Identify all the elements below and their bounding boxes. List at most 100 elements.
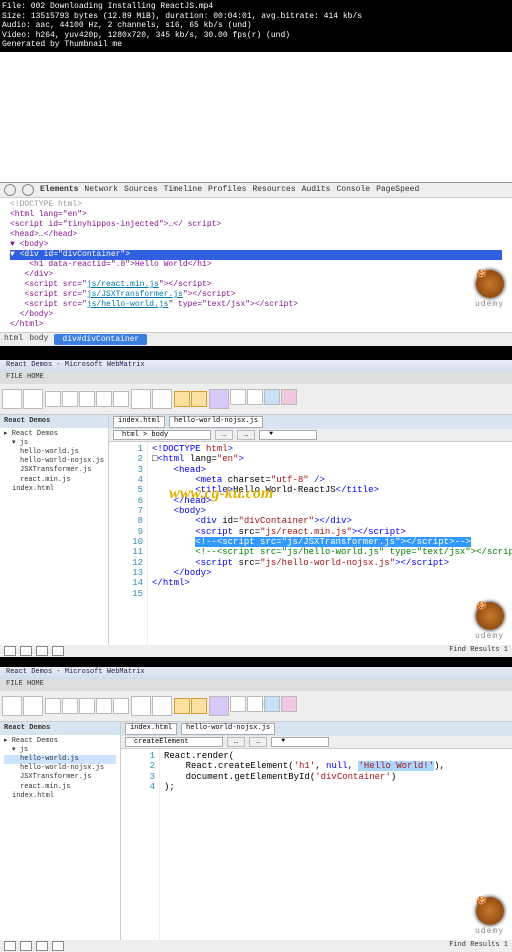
btn[interactable]: … [237, 430, 255, 440]
tree-file[interactable]: JSXTransformer.js [4, 466, 104, 475]
tree-file[interactable]: JSXTransformer.js [4, 773, 116, 782]
statusbar-icon[interactable] [36, 646, 48, 656]
ribbon-button[interactable] [230, 389, 246, 405]
tree-root[interactable]: ▸ React Demos [4, 430, 104, 439]
inspect-icon[interactable] [4, 184, 16, 196]
ribbon-button[interactable] [281, 389, 297, 405]
ribbon-button[interactable] [113, 698, 129, 714]
tab-file[interactable]: hello-world-nojsx.js [181, 723, 275, 735]
ribbon-button[interactable] [247, 389, 263, 405]
ribbon-button[interactable] [23, 389, 43, 409]
ribbon-button[interactable] [174, 698, 190, 714]
ribbon-button[interactable] [131, 389, 151, 409]
udemy-badge-icon: 🍪 [476, 602, 504, 630]
statusbar-icon[interactable] [36, 941, 48, 951]
ribbon-button[interactable] [264, 696, 280, 712]
tree-file[interactable]: hello-world.js [4, 448, 104, 457]
statusbar-icon[interactable] [4, 646, 16, 656]
menu-bar[interactable]: FILE HOME [0, 679, 512, 691]
statusbar-icon[interactable] [20, 646, 32, 656]
source[interactable]: React.render( React.createElement('h1', … [160, 749, 512, 940]
ribbon-button[interactable] [62, 391, 78, 407]
tree-file[interactable]: index.html [4, 792, 116, 801]
ribbon-button[interactable] [174, 391, 190, 407]
ribbon-button[interactable] [23, 696, 43, 716]
ribbon-button[interactable] [79, 391, 95, 407]
tree-file[interactable]: hello-world-nojsx.js [4, 764, 116, 773]
code-editor[interactable]: 1234 React.render( React.createElement('… [121, 749, 512, 940]
tree-file[interactable]: index.html [4, 485, 104, 494]
tab-timeline[interactable]: Timeline [164, 185, 202, 194]
dom-line: <!DOCTYPE html> [10, 200, 502, 210]
ribbon-button[interactable] [45, 391, 61, 407]
file-tree[interactable]: React Demos ▸ React Demos ▾ js hello-wor… [0, 722, 121, 940]
source[interactable]: <!DOCTYPE html> □<html lang="en"> <head>… [148, 442, 512, 645]
ribbon-button[interactable] [209, 696, 229, 716]
ribbon-button[interactable] [191, 698, 207, 714]
statusbar-icon[interactable] [4, 941, 16, 951]
crumb-body[interactable]: body [29, 334, 48, 345]
ribbon-button[interactable] [281, 696, 297, 712]
editor-toolstrip: html > body … … ⯆ [109, 429, 512, 442]
ribbon-button[interactable] [2, 389, 22, 409]
ribbon-button[interactable] [113, 391, 129, 407]
tab-network[interactable]: Network [84, 185, 118, 194]
btn[interactable]: … [227, 737, 245, 747]
statusbar-icon[interactable] [52, 646, 64, 656]
ribbon-button[interactable] [2, 696, 22, 716]
ribbon-button[interactable] [45, 698, 61, 714]
ribbon-button[interactable] [209, 389, 229, 409]
tree-file-selected[interactable]: hello-world.js [4, 755, 116, 764]
tree-file[interactable]: hello-world-nojsx.js [4, 457, 104, 466]
tab-pagespeed[interactable]: PageSpeed [376, 185, 419, 194]
dropdown[interactable]: ⯆ [271, 737, 329, 747]
device-icon[interactable] [22, 184, 34, 196]
tree-folder-js[interactable]: ▾ js [4, 746, 116, 755]
ribbon-button[interactable] [96, 391, 112, 407]
ribbon-button[interactable] [264, 389, 280, 405]
ribbon-button[interactable] [230, 696, 246, 712]
member-selector[interactable]: createElement [125, 737, 223, 747]
ribbon-button[interactable] [96, 698, 112, 714]
menu-bar[interactable]: FILE HOME [0, 372, 512, 384]
ribbon-button[interactable] [247, 696, 263, 712]
ribbon-button[interactable] [152, 696, 172, 716]
ribbon-button[interactable] [79, 698, 95, 714]
ribbon-button[interactable] [191, 391, 207, 407]
tree-folder-js[interactable]: ▾ js [4, 439, 104, 448]
tab-file[interactable]: index.html [125, 723, 177, 735]
dom-line: </div> [10, 270, 502, 280]
crumb-html[interactable]: html [4, 334, 23, 345]
udemy-label: udemy [475, 927, 504, 936]
code-editor[interactable]: 123456789101112131415 <!DOCTYPE html> □<… [109, 442, 512, 645]
btn[interactable]: … [215, 430, 233, 440]
editor-panel-2: React Demos - Microsoft WebMatrix FILE H… [0, 667, 512, 952]
ribbon-button[interactable] [131, 696, 151, 716]
ribbon-button[interactable] [152, 389, 172, 409]
tab-elements[interactable]: Elements [40, 185, 78, 194]
tab-file[interactable]: index.html [113, 416, 165, 428]
udemy-label: udemy [475, 300, 504, 309]
statusbar-icon[interactable] [20, 941, 32, 951]
element-selector[interactable]: html > body [113, 430, 211, 440]
ribbon-button[interactable] [62, 698, 78, 714]
tab-sources[interactable]: Sources [124, 185, 158, 194]
tab-resources[interactable]: Resources [252, 185, 295, 194]
file-tree[interactable]: React Demos ▸ React Demos ▾ js hello-wor… [0, 415, 109, 645]
tree-root[interactable]: ▸ React Demos [4, 737, 116, 746]
editor-tabs: index.html hello-world-nojsx.js [109, 415, 512, 429]
tab-file[interactable]: hello-world-nojsx.js [169, 416, 263, 428]
crumb-current[interactable]: div#divContainer [54, 334, 147, 345]
gutter: 123456789101112131415 [109, 442, 148, 645]
tab-audits[interactable]: Audits [302, 185, 331, 194]
statusbar-icon[interactable] [52, 941, 64, 951]
devtools-tabs: Elements Network Sources Timeline Profil… [0, 183, 512, 198]
tab-profiles[interactable]: Profiles [208, 185, 246, 194]
tree-file[interactable]: react.min.js [4, 476, 104, 485]
dropdown[interactable]: ⯆ [259, 430, 317, 440]
dom-line-selected[interactable]: ▼ <div id="divContainer"> [10, 250, 502, 260]
tree-file[interactable]: react.min.js [4, 783, 116, 792]
tab-console[interactable]: Console [336, 185, 370, 194]
devtools-dom-tree[interactable]: <!DOCTYPE html> <html lang="en"> <script… [0, 198, 512, 332]
btn[interactable]: … [249, 737, 267, 747]
